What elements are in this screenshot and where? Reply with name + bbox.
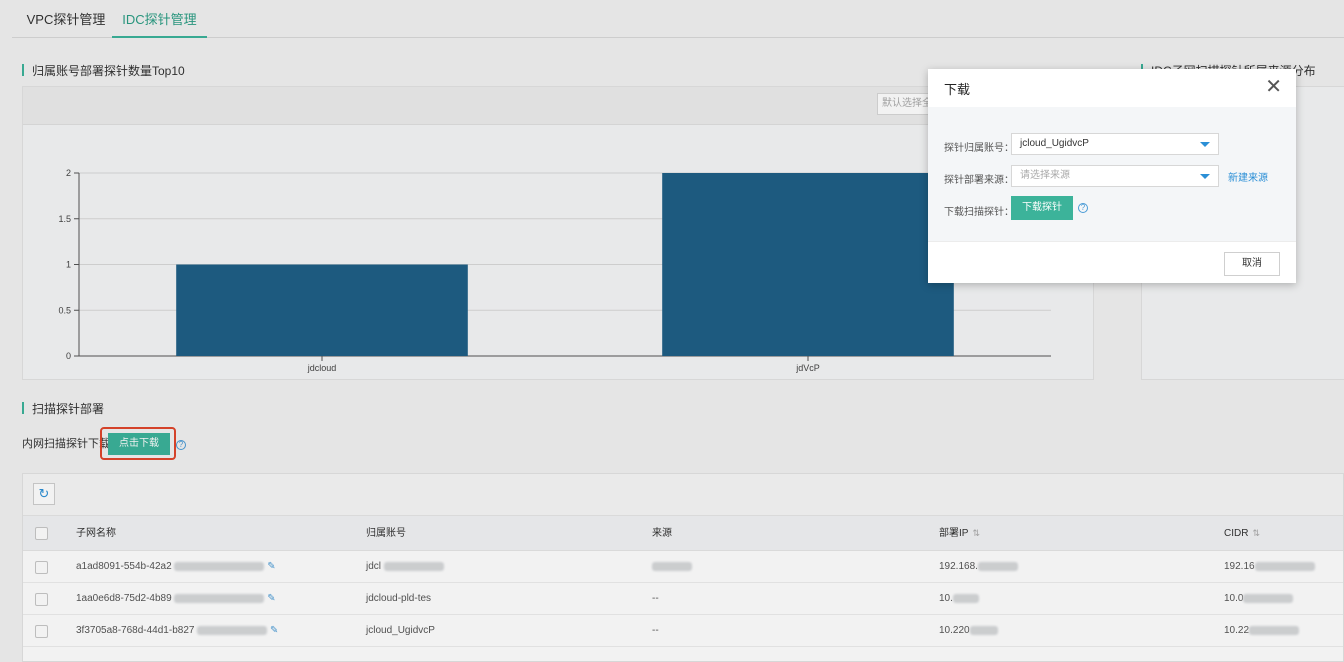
chevron-down-icon bbox=[1200, 142, 1210, 147]
redacted bbox=[1243, 593, 1294, 603]
help-icon[interactable]: ? bbox=[176, 440, 186, 450]
cell-ip: 10. bbox=[939, 583, 979, 615]
select-all-checkbox[interactable] bbox=[35, 527, 48, 540]
tab-idc[interactable]: IDC探针管理 bbox=[112, 0, 207, 38]
cell-account: jdcl bbox=[366, 551, 444, 583]
cell-subnet: 3f3705a8-768d-44d1-b827 ✎ bbox=[76, 625, 279, 636]
highlight-box bbox=[100, 427, 176, 460]
redacted bbox=[174, 561, 265, 571]
col-deploy-ip-label: 部署IP bbox=[939, 528, 969, 539]
cell-cidr: 10.0 bbox=[1224, 583, 1294, 615]
account-label: 探针归属账号： bbox=[944, 143, 1014, 154]
cancel-button[interactable]: 取消 bbox=[1224, 252, 1280, 276]
download-probe-button[interactable]: 下载探针 bbox=[1011, 196, 1073, 220]
sort-icon[interactable]: ⇅ bbox=[1252, 528, 1260, 538]
row-checkbox[interactable] bbox=[35, 625, 48, 638]
sort-icon[interactable]: ⇅ bbox=[972, 528, 980, 538]
cell-source: -- bbox=[652, 593, 659, 604]
cell-ip: 10.220 bbox=[939, 615, 998, 647]
edit-icon[interactable]: ✎ bbox=[267, 593, 275, 604]
col-subnet-name: 子网名称 bbox=[76, 528, 116, 539]
tab-vpc[interactable]: VPC探针管理 bbox=[18, 0, 114, 38]
refresh-icon[interactable]: ↻ bbox=[33, 483, 55, 505]
account-select[interactable]: jcloud_UgidvcP bbox=[1011, 133, 1219, 155]
y-tick-label: 0.5 bbox=[58, 305, 71, 315]
x-tick-label: jdcloud bbox=[307, 363, 337, 373]
col-account: 归属账号 bbox=[366, 528, 406, 539]
cell-source: -- bbox=[652, 625, 659, 636]
redacted bbox=[1254, 561, 1315, 571]
redacted bbox=[383, 561, 444, 571]
redacted bbox=[652, 561, 692, 571]
table-row[interactable]: 1aa0e6d8-75d2-4b89 ✎ jdcloud-pld-tes -- … bbox=[23, 583, 1343, 615]
y-tick-label: 1 bbox=[66, 260, 71, 270]
col-cidr[interactable]: CIDR ⇅ bbox=[1224, 516, 1260, 551]
cell-account: jcloud_UgidvcP bbox=[366, 625, 435, 636]
cell-ip: 192.168. bbox=[939, 551, 1018, 583]
bar bbox=[662, 173, 954, 356]
y-tick-label: 2 bbox=[66, 168, 71, 178]
redacted bbox=[952, 593, 979, 603]
tab-bar: VPC探针管理 IDC探针管理 bbox=[12, 0, 1344, 38]
edit-icon[interactable]: ✎ bbox=[270, 625, 278, 636]
cell-cidr: 10.22 bbox=[1224, 615, 1300, 647]
redacted bbox=[1249, 625, 1300, 635]
chevron-down-icon bbox=[1200, 174, 1210, 179]
row-checkbox[interactable] bbox=[35, 561, 48, 574]
edit-icon[interactable]: ✎ bbox=[267, 561, 275, 572]
deploy-section-title: 扫描探针部署 bbox=[22, 400, 104, 417]
x-tick-label: jdVcP bbox=[795, 363, 820, 373]
row-checkbox[interactable] bbox=[35, 593, 48, 606]
cell-subnet: 1aa0e6d8-75d2-4b89 ✎ bbox=[76, 593, 276, 604]
source-select[interactable]: 请选择来源 bbox=[1011, 165, 1219, 187]
dialog-header: 下载 ✕ bbox=[928, 69, 1296, 107]
download-probe-label: 下载扫描探针： bbox=[944, 207, 1014, 218]
dialog-title: 下载 bbox=[944, 82, 971, 97]
redacted bbox=[174, 593, 265, 603]
table-row[interactable]: a1ad8091-554b-42a2 ✎ jdcl 192.168. 192.1… bbox=[23, 551, 1343, 583]
bar bbox=[176, 264, 468, 356]
subnet-table: ↻ 子网名称 归属账号 来源 部署IP ⇅ CIDR ⇅ a1ad8091-554b… bbox=[22, 473, 1344, 662]
redacted bbox=[197, 625, 268, 635]
col-deploy-ip[interactable]: 部署IP ⇅ bbox=[939, 516, 980, 551]
close-icon[interactable]: ✕ bbox=[1265, 77, 1282, 97]
help-icon[interactable]: ? bbox=[1078, 203, 1088, 213]
cell-source bbox=[652, 551, 692, 583]
chart-section-title: 归属账号部署探针数量Top10 bbox=[22, 62, 185, 79]
download-dialog: 下载 ✕ 探针归属账号： jcloud_UgidvcP 探针部署来源： 请选择来… bbox=[928, 69, 1296, 283]
table-row[interactable]: 3f3705a8-768d-44d1-b827 ✎ jcloud_UgidvcP… bbox=[23, 615, 1343, 647]
new-source-link[interactable]: 新建来源 bbox=[1228, 169, 1268, 184]
redacted bbox=[977, 561, 1018, 571]
col-cidr-label: CIDR bbox=[1224, 528, 1249, 539]
table-header: 子网名称 归属账号 来源 部署IP ⇅ CIDR ⇅ bbox=[23, 516, 1343, 551]
download-label: 内网扫描探针下载 bbox=[22, 438, 110, 450]
y-tick-label: 0 bbox=[66, 351, 71, 361]
cell-cidr: 192.16 bbox=[1224, 551, 1315, 583]
cell-subnet: a1ad8091-554b-42a2 ✎ bbox=[76, 561, 276, 572]
table-toolbar: ↻ bbox=[23, 474, 1343, 516]
dialog-footer: 取消 bbox=[928, 241, 1296, 283]
dialog-body: 探针归属账号： jcloud_UgidvcP 探针部署来源： 请选择来源 新建来… bbox=[928, 107, 1296, 241]
col-source: 来源 bbox=[652, 528, 672, 539]
source-label: 探针部署来源： bbox=[944, 175, 1014, 186]
redacted bbox=[969, 625, 998, 635]
y-tick-label: 1.5 bbox=[58, 214, 71, 224]
cell-account: jdcloud-pld-tes bbox=[366, 593, 432, 604]
